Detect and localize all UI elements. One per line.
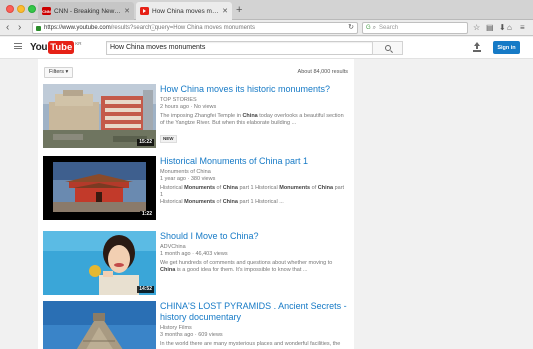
video-thumbnail[interactable]: 1:22 [43,156,156,220]
search-engine-icon[interactable]: G [366,25,371,31]
browser-navigation-bar: ‹ › ⓘ https://www.youtube.com/results?se… [0,20,533,36]
zoom-window-button[interactable] [28,5,36,13]
pyramid-thumbnail-image [43,301,156,349]
search-icon [384,45,391,51]
video-duration: 1:22 [139,211,154,218]
video-description: In the world there are many mysterious p… [160,341,341,347]
youtube-logo[interactable]: You Tube KR [30,41,82,54]
channel-name[interactable]: History Films [160,325,348,332]
filters-button[interactable]: Filters ▾ [44,67,74,78]
search-results: Filters ▾ About 84,000 results 15:22 How… [38,59,354,349]
video-title[interactable]: Historical Monuments of China part 1 [160,156,348,167]
search-icon: ⌕ [372,24,377,31]
youtube-header: You Tube KR How China moves monuments Si… [0,37,533,59]
video-thumbnail[interactable] [43,301,156,349]
video-info: How China moves its historic monuments? … [160,84,348,145]
minimize-window-button[interactable] [17,5,25,13]
video-description: We get hundreds of comments and question… [160,260,333,273]
sign-in-button[interactable]: Sign in [493,41,520,54]
browser-search-input[interactable]: G ⌕ Search [362,22,468,34]
video-title[interactable]: How China moves its historic monuments? [160,84,348,95]
video-meta: 1 year ago · 380 views [160,176,216,182]
download-icon[interactable]: ⬇ [499,23,506,33]
tab-title: CNN - Breaking News, U.S., ... [54,7,122,15]
tab-youtube[interactable]: How China moves monume... ✕ [136,2,232,20]
channel-name[interactable]: TOP STORIES [160,97,348,104]
video-duration: 15:22 [137,139,154,146]
video-info: CHINA'S LOST PYRAMIDS . Ancient Secrets … [160,301,348,348]
menu-icon[interactable]: ≡ [520,23,525,33]
video-duration: 14:52 [137,286,154,293]
video-meta: 1 month ago · 46,403 views [160,251,228,257]
logo-you: You [30,42,48,53]
reload-icon[interactable]: ↻ [348,23,354,33]
video-description: Historical Monuments of China part 1 His… [160,185,345,205]
new-tab-button[interactable]: + [236,3,242,17]
forward-icon[interactable]: › [18,21,21,35]
search-placeholder: Search [379,25,399,31]
video-meta: 3 months ago · 609 views [160,332,223,338]
upload-icon[interactable] [473,42,481,52]
video-title[interactable]: Should I Move to China? [160,231,348,242]
bookmark-star-icon[interactable]: ☆ [473,23,480,33]
video-meta: 2 hours ago · No views [160,104,217,110]
guide-menu-icon[interactable] [14,43,22,49]
close-tab-icon[interactable]: ✕ [124,7,130,15]
home-icon[interactable]: ⌂ [507,23,512,33]
tab-title: How China moves monume... [152,7,220,15]
result-count: About 84,000 results [297,69,348,75]
chevron-down-icon: ▾ [65,69,69,75]
search-button[interactable] [372,41,403,55]
video-info: Should I Move to China? ADVChina 1 month… [160,231,348,274]
video-description: The imposing Zhangfei Temple in China to… [160,113,344,126]
video-thumbnail[interactable]: 15:22 [43,84,156,148]
video-title[interactable]: CHINA'S LOST PYRAMIDS . Ancient Secrets … [160,301,348,323]
channel-name[interactable]: ADVChina [160,244,348,251]
browser-tab-bar: CNN CNN - Breaking News, U.S., ... ✕ How… [0,0,533,20]
cnn-icon: CNN [42,7,51,15]
new-badge: NEW [160,135,177,143]
youtube-icon [140,7,149,15]
logo-country-code: KR [75,41,82,46]
filters-label: Filters [49,69,64,75]
url-host: https://www.youtube.com [44,25,111,31]
search-input[interactable]: How China moves monuments [106,41,373,55]
back-icon[interactable]: ‹ [6,21,9,35]
lock-icon [36,25,41,31]
close-tab-icon[interactable]: ✕ [222,7,228,15]
reading-list-icon[interactable]: ▤ [486,23,494,33]
tab-cnn[interactable]: CNN CNN - Breaking News, U.S., ... ✕ [38,2,134,20]
close-window-button[interactable] [6,5,14,13]
channel-name[interactable]: Monuments of China [160,169,348,176]
info-icon[interactable]: ⓘ [150,23,338,32]
address-bar[interactable]: ⓘ https://www.youtube.com/results?search… [32,22,358,34]
video-thumbnail[interactable]: 14:52 [43,231,156,295]
logo-tube: Tube [48,41,75,54]
video-info: Historical Monuments of China part 1 Mon… [160,156,348,206]
